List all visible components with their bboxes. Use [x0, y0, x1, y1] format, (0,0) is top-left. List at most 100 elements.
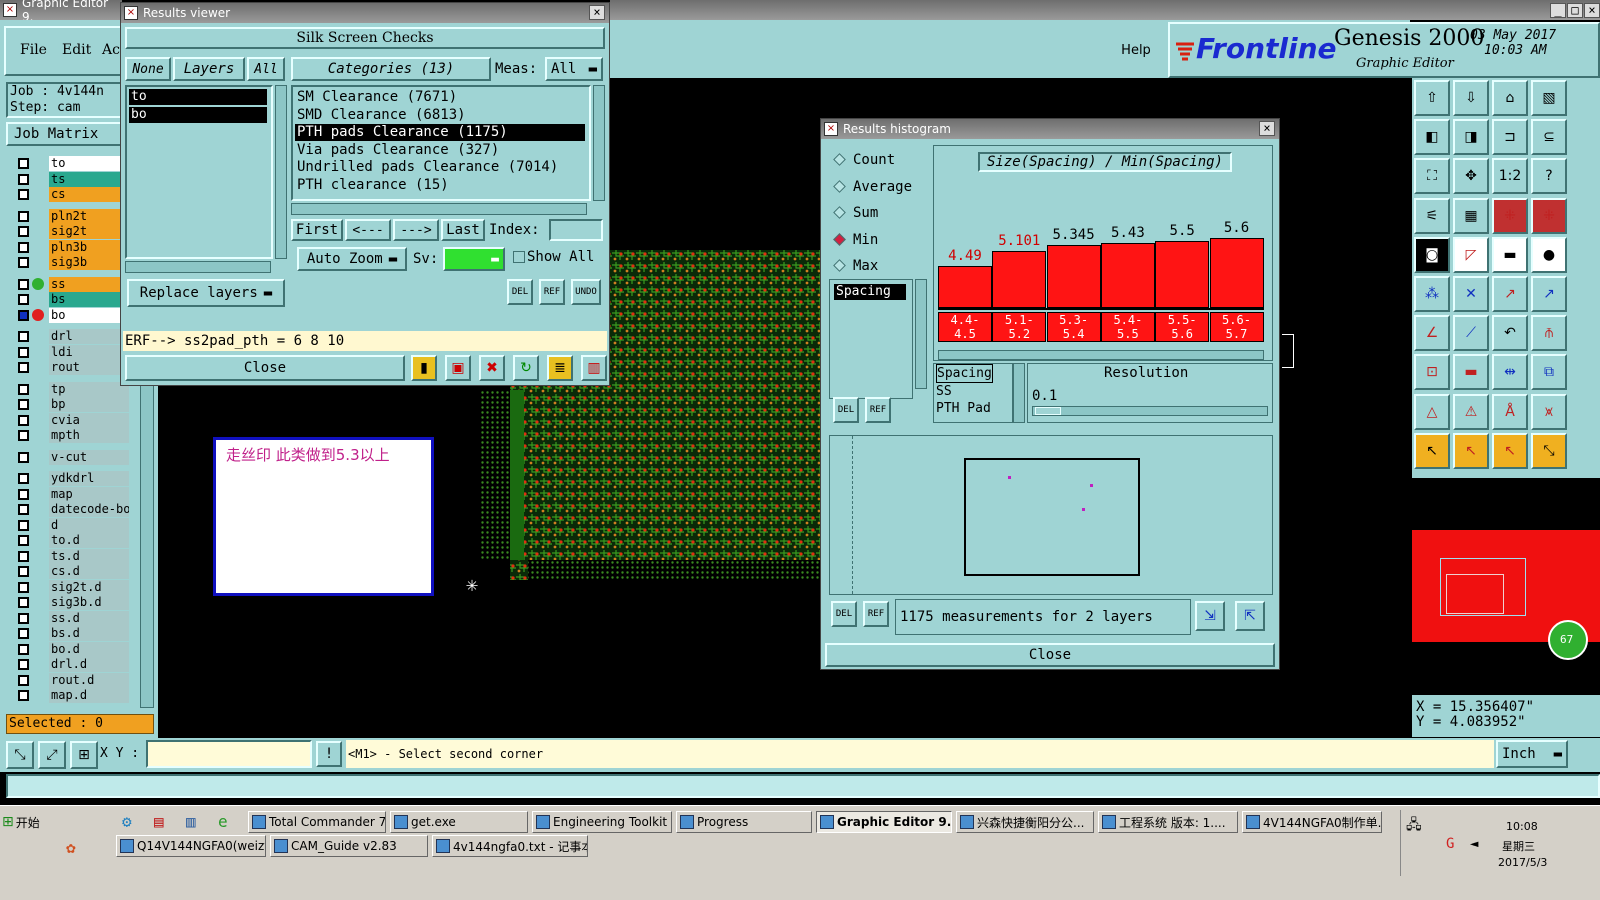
layer-row-sig2t.d[interactable]: sig2t.d — [6, 579, 156, 595]
radio-diamond-icon[interactable] — [833, 259, 846, 272]
quicklaunch-ie-icon[interactable]: e — [218, 812, 228, 831]
menu-actions[interactable]: Ac — [102, 42, 120, 58]
layer-table-scrollbar[interactable] — [1013, 363, 1025, 423]
category-item[interactable]: SM Clearance (7671) — [295, 89, 585, 106]
layer-checkbox[interactable] — [18, 451, 29, 463]
stat-option-max[interactable]: Max — [829, 255, 925, 277]
preview-ref-icon[interactable]: REF — [863, 601, 889, 627]
layer-name[interactable]: cs — [49, 187, 129, 202]
select-circle-icon[interactable]: ↖ — [1492, 432, 1528, 469]
layer-name[interactable]: ss — [49, 276, 129, 292]
histogram-bar[interactable] — [1100, 243, 1155, 308]
category-list-hscroll[interactable] — [291, 203, 587, 215]
close-button[interactable]: × — [1584, 3, 1600, 18]
dimension-icon[interactable]: ⇹ — [1492, 354, 1528, 391]
select-arrow-icon[interactable]: ↖ — [1414, 432, 1450, 469]
layer-row-ydkdrl[interactable]: ydkdrl — [6, 471, 156, 486]
layer-name[interactable]: drl — [49, 329, 129, 344]
layer-name[interactable]: rout.d — [49, 672, 129, 688]
sv-dropdown[interactable]: ▬ — [443, 247, 505, 271]
next-button[interactable]: ---> — [393, 219, 439, 241]
import-icon[interactable]: ⇱ — [1235, 601, 1265, 631]
camera-icon[interactable]: ◙ — [1414, 236, 1450, 273]
layer-checkbox[interactable] — [18, 628, 29, 639]
layer-option-to[interactable]: to — [129, 89, 267, 105]
grid-icon[interactable]: ⊞ — [70, 741, 98, 769]
layer-name[interactable]: cs.d — [49, 564, 129, 579]
layer-checkbox[interactable] — [18, 173, 29, 185]
layer-name[interactable]: ydkdrl — [49, 471, 129, 486]
layer-name[interactable]: mpth — [49, 428, 129, 443]
point-icon[interactable]: ⊡ — [1414, 354, 1450, 391]
layer-checkbox[interactable] — [18, 535, 29, 546]
remove-icon[interactable]: ✖ — [479, 355, 505, 381]
stat-option-count[interactable]: Count — [829, 149, 925, 171]
layer-name[interactable]: bo.d — [49, 641, 129, 657]
results-viewer-close-icon[interactable]: × — [589, 5, 605, 20]
histogram-del-icon[interactable]: DEL — [833, 397, 859, 423]
histogram-bar[interactable] — [1155, 241, 1210, 308]
category-item[interactable]: PTH clearance (15) — [295, 177, 585, 194]
layer-option-bo[interactable]: bo — [129, 107, 267, 123]
filter-none-button[interactable]: None — [125, 57, 171, 81]
layer-checkbox[interactable] — [18, 331, 29, 342]
category-list-scrollbar[interactable] — [593, 85, 605, 201]
layer-row-cs.d[interactable]: cs.d — [6, 564, 156, 579]
layer-checkbox[interactable] — [18, 430, 29, 441]
quicklaunch-pdf-icon[interactable]: ▤ — [154, 812, 164, 831]
stat-option-min[interactable]: Min — [829, 229, 925, 251]
layer-name[interactable]: ss.d — [49, 610, 129, 626]
show-all-checkbox[interactable] — [513, 251, 525, 263]
layer-checkbox[interactable] — [18, 399, 29, 410]
layer-checkbox[interactable] — [18, 241, 29, 253]
layer-checkbox[interactable] — [18, 690, 29, 701]
histogram-preview[interactable] — [829, 435, 1273, 595]
taskbar-item[interactable]: Engineering Toolkit 9.... — [532, 811, 672, 833]
ref-icon[interactable]: REF — [539, 279, 565, 305]
layer-checkbox[interactable] — [18, 612, 29, 624]
histogram-bar[interactable] — [938, 266, 992, 308]
bracket-icon[interactable]: ⫚ — [1531, 315, 1567, 352]
fit-icon[interactable]: ⛶ — [1414, 158, 1450, 195]
layer-row-d[interactable]: d — [6, 517, 156, 533]
layer-name[interactable]: rout — [49, 360, 129, 375]
layer-name[interactable]: pln2t — [49, 208, 129, 224]
taskbar-item[interactable]: CAM_Guide v2.83 — [270, 835, 428, 857]
layer-name[interactable]: bs — [49, 292, 129, 307]
layer-name[interactable]: bs.d — [49, 626, 129, 641]
layer-name[interactable]: v-cut — [49, 449, 129, 465]
layer-row-bo.d[interactable]: bo.d — [6, 641, 156, 657]
quicklaunch-settings-icon[interactable]: ⚙ — [122, 812, 132, 831]
layer-name[interactable]: datecode-bo — [49, 502, 129, 517]
layer-checkbox[interactable] — [18, 309, 29, 321]
layer-name[interactable]: sig3b — [49, 255, 129, 270]
layer-row-to.d[interactable]: to.d — [6, 533, 156, 548]
layer-row-bp[interactable]: bp — [6, 397, 156, 412]
center-icon[interactable]: ✥ — [1453, 158, 1489, 195]
layer-name[interactable]: d — [49, 517, 129, 533]
highlight-icon[interactable]: ▮ — [411, 355, 437, 381]
last-button[interactable]: Last — [441, 219, 485, 241]
quicklaunch-doc-icon[interactable]: ▥ — [186, 812, 196, 831]
save-icon[interactable]: ⇩ — [1453, 80, 1489, 116]
net-highlight-icon[interactable]: ⁜ — [1531, 197, 1567, 234]
layer-row-cvia[interactable]: cvia — [6, 412, 156, 428]
layer-checkbox[interactable] — [18, 362, 29, 373]
taskbar-item[interactable]: get.exe — [390, 811, 528, 833]
grid-icon[interactable]: ▦ — [1453, 197, 1489, 234]
line-icon[interactable]: ↗ — [1492, 276, 1528, 312]
job-matrix-button[interactable]: Job Matrix — [6, 122, 122, 146]
measure-list[interactable]: Spacing — [829, 279, 913, 399]
minimize-button[interactable]: _ — [1550, 3, 1566, 18]
preview-del-icon[interactable]: DEL — [831, 601, 857, 627]
histogram-close-button[interactable]: Close — [825, 643, 1275, 667]
split-icon[interactable]: ⊐ — [1492, 119, 1528, 156]
diagonal-icon[interactable]: ↗ — [1531, 276, 1567, 312]
radio-diamond-icon[interactable] — [833, 153, 846, 166]
slash-icon[interactable]: ⟋ — [1453, 315, 1489, 352]
triangle-icon[interactable]: △ — [1414, 393, 1450, 430]
layer-name[interactable]: ts.d — [49, 548, 129, 564]
refresh-icon[interactable]: ↻ — [513, 355, 539, 381]
layer-checkbox[interactable] — [18, 643, 29, 655]
taskbar-item[interactable]: Q14V144NGFA0(weizy)2... — [116, 835, 266, 857]
